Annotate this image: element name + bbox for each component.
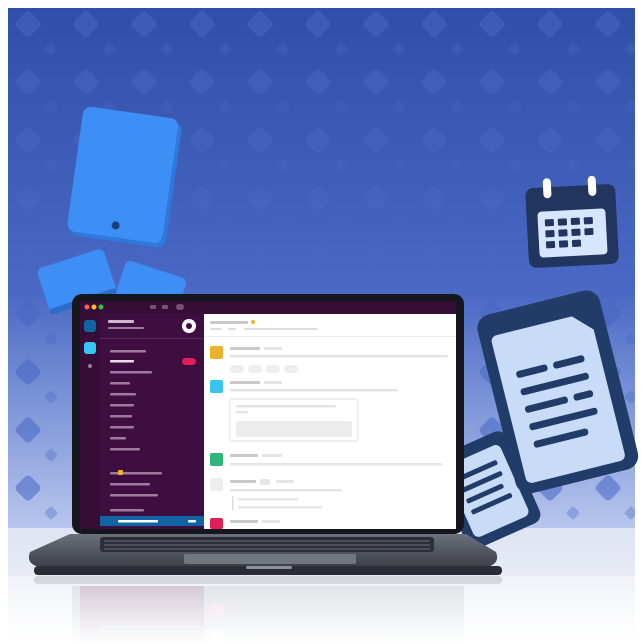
calendar-icon [525, 175, 619, 268]
hero-image [0, 0, 641, 644]
tablet-icon [67, 106, 182, 248]
laptop-icon [28, 294, 502, 575]
scene-illustration [0, 0, 641, 644]
